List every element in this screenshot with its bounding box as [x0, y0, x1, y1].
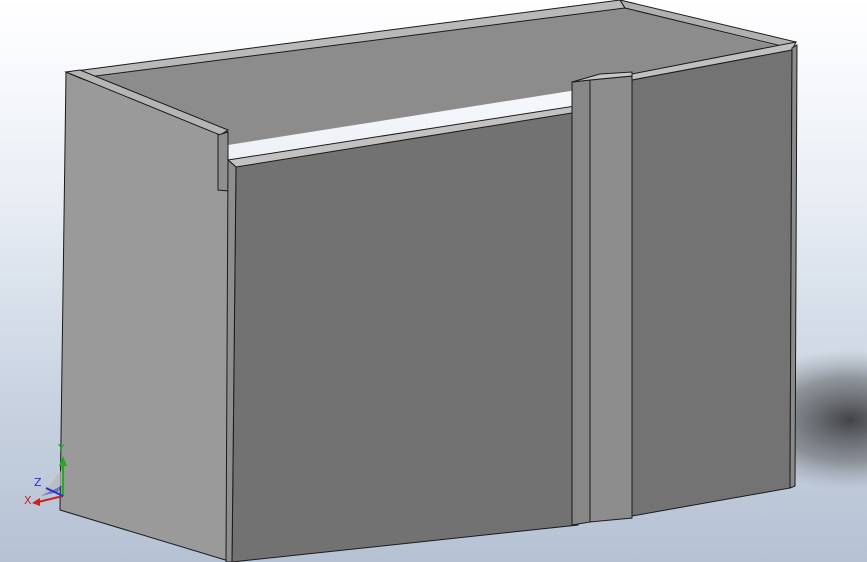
- x-axis-line: [37, 495, 64, 503]
- right-front-panel: [631, 47, 793, 517]
- graphics-viewport[interactable]: Y X Z: [0, 0, 867, 562]
- x-axis-arrow: [32, 498, 40, 506]
- box-model[interactable]: [0, 0, 867, 562]
- left-wall: [59, 71, 237, 562]
- rib-left-face: [571, 79, 591, 526]
- rib-front-face: [589, 75, 633, 523]
- reference-triad: Y X Z: [24, 442, 67, 507]
- x-axis-label: X: [24, 494, 32, 507]
- front-panel: [231, 109, 579, 562]
- y-axis-label: Y: [57, 442, 65, 455]
- y-axis-arrow: [59, 456, 67, 466]
- z-axis-label: Z: [34, 476, 42, 489]
